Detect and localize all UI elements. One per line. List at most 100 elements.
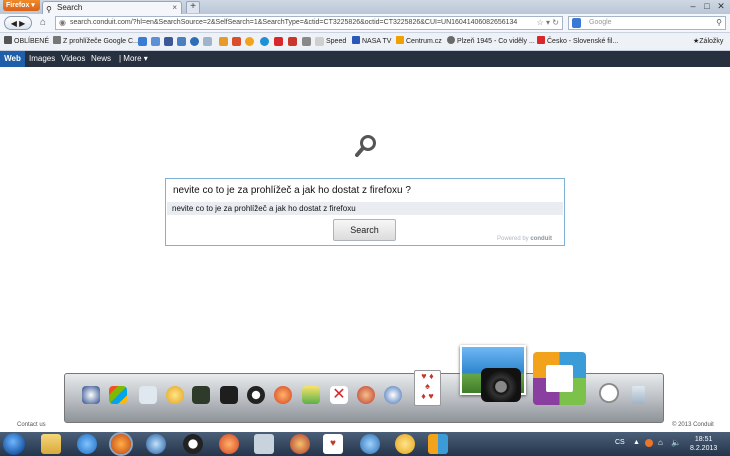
dock-app-icon[interactable] bbox=[192, 386, 210, 404]
solitaire-icon[interactable]: ♥ bbox=[323, 434, 343, 454]
dock-app-icon[interactable] bbox=[82, 386, 100, 404]
taskbar-app-icon[interactable] bbox=[290, 434, 310, 454]
gmail-icon[interactable] bbox=[288, 37, 297, 46]
nav-images[interactable]: Images bbox=[29, 51, 55, 67]
dock-app-icon[interactable] bbox=[384, 386, 402, 404]
network-icon[interactable]: ⌂ bbox=[658, 438, 663, 447]
show-hidden-icons-icon[interactable]: ▲ bbox=[633, 439, 640, 446]
bookmark-icon[interactable] bbox=[138, 37, 147, 46]
bookmark-star-icon[interactable]: ☆ ▾ ↻ bbox=[537, 17, 559, 29]
bookmark-centrum[interactable]: Centrum.cz bbox=[396, 36, 442, 47]
bookmark-icon[interactable] bbox=[190, 37, 199, 46]
taskbar-app-icon[interactable] bbox=[395, 434, 415, 454]
minimize-icon[interactable]: – bbox=[686, 0, 700, 12]
explorer-icon[interactable] bbox=[41, 434, 61, 454]
close-x-icon[interactable]: ✕ bbox=[330, 386, 348, 404]
dock-app-icon[interactable] bbox=[274, 386, 292, 404]
site-identity-icon: ◉ bbox=[59, 18, 66, 27]
firefox-menu-button[interactable]: Firefox ▾ bbox=[3, 0, 40, 11]
back-forward-buttons[interactable]: ◀ ▶ bbox=[4, 16, 32, 30]
close-window-icon[interactable]: ✕ bbox=[714, 0, 728, 12]
taskbar-app-icon[interactable] bbox=[219, 434, 239, 454]
copyright-text: © 2013 Conduit bbox=[672, 422, 714, 428]
magnifier-logo-icon bbox=[355, 135, 376, 157]
bookmark-google-chrome[interactable]: Z prohlížeče Google C... bbox=[53, 36, 139, 47]
taskbar-app-icon[interactable] bbox=[254, 434, 274, 454]
google-icon bbox=[572, 18, 581, 28]
bookmark-plzen-1945[interactable]: Plzeň 1945 - Co viděly ... bbox=[447, 36, 535, 47]
language-indicator[interactable]: CS bbox=[615, 439, 625, 446]
tab-search[interactable]: ⚲ Search × bbox=[42, 1, 182, 14]
taskbar-app-icon[interactable] bbox=[360, 434, 380, 454]
bookmark-icon[interactable] bbox=[219, 37, 228, 46]
dock-app-icon[interactable] bbox=[533, 352, 586, 405]
url-text: search.conduit.com/?hl=en&SearchSource=2… bbox=[70, 19, 518, 26]
search-suggestion[interactable]: nevite co to je za prohlížeč a jak ho do… bbox=[167, 202, 563, 215]
powered-by: Powered by conduit bbox=[497, 236, 552, 242]
bookmark-label: Česko - Slovenské fil... bbox=[547, 38, 619, 45]
recycle-bin-icon[interactable] bbox=[632, 386, 645, 404]
close-tab-icon[interactable]: × bbox=[172, 2, 177, 14]
internet-explorer-icon[interactable] bbox=[77, 434, 97, 454]
bookmark-icon[interactable] bbox=[151, 37, 160, 46]
clock-icon[interactable] bbox=[599, 383, 619, 403]
windows-icon[interactable] bbox=[109, 386, 127, 404]
browser-search-placeholder: Google bbox=[589, 19, 612, 26]
powered-brand: conduit bbox=[530, 236, 553, 242]
bookmark-icon[interactable] bbox=[232, 37, 241, 46]
bookmark-label: Speed bbox=[326, 38, 347, 45]
bookmark-nasa-tv[interactable]: NASA TV bbox=[352, 36, 391, 47]
url-bar[interactable]: ◉ search.conduit.com/?hl=en&SearchSource… bbox=[55, 16, 563, 30]
bookmarks-menu-label: Záložky bbox=[699, 38, 724, 45]
bookmark-folder-icon bbox=[4, 36, 12, 44]
firefox-menu-label: Firefox bbox=[6, 2, 30, 9]
dock-app-icon[interactable] bbox=[166, 386, 184, 404]
clock-date: 8.2.2013 bbox=[690, 445, 718, 452]
nav-news[interactable]: News bbox=[91, 51, 111, 67]
bookmarks-menu[interactable]: ★Záložky bbox=[693, 36, 723, 47]
bookmark-label: Plzeň 1945 - Co viděly ... bbox=[457, 38, 535, 45]
dock-app-icon[interactable] bbox=[302, 386, 320, 404]
start-button[interactable] bbox=[3, 433, 25, 455]
bookmark-icon[interactable] bbox=[245, 37, 254, 46]
solitaire-icon[interactable]: ♥ ♦ ♠ ♦ ♥ bbox=[414, 370, 441, 406]
search-button[interactable]: Search bbox=[333, 219, 396, 241]
firefox-icon[interactable] bbox=[111, 434, 131, 454]
browser-search-box[interactable]: Google ⚲ bbox=[568, 16, 726, 30]
dock-app-icon[interactable] bbox=[357, 386, 375, 404]
bookmark-speed[interactable]: Speed bbox=[326, 36, 346, 47]
centrum-icon bbox=[396, 36, 404, 44]
bookmark-oblibene[interactable]: OBLÍBENÉ bbox=[4, 36, 49, 47]
computer-icon[interactable] bbox=[139, 386, 157, 404]
nav-web[interactable]: Web bbox=[0, 51, 25, 67]
bookmark-icon[interactable] bbox=[177, 37, 186, 46]
camera-icon[interactable] bbox=[481, 368, 521, 402]
taskbar-app-icon[interactable] bbox=[183, 434, 203, 454]
search-input[interactable]: nevite co to je za prohlížeč a jak ho do… bbox=[173, 185, 411, 196]
facebook-icon[interactable] bbox=[164, 37, 173, 46]
youtube-icon bbox=[537, 36, 545, 44]
wikipedia-icon[interactable] bbox=[302, 37, 311, 46]
nav-more[interactable]: | More ▾ bbox=[119, 51, 148, 67]
tab-title: Search bbox=[57, 3, 83, 12]
maximize-icon[interactable]: □ bbox=[700, 0, 714, 12]
bookmark-label: OBLÍBENÉ bbox=[14, 38, 50, 45]
youtube-icon[interactable] bbox=[274, 37, 283, 46]
bookmark-icon[interactable] bbox=[203, 37, 212, 46]
new-tab-button[interactable]: + bbox=[186, 1, 200, 13]
nav-videos[interactable]: Videos bbox=[61, 51, 85, 67]
dock-app-icon[interactable] bbox=[220, 386, 238, 404]
volume-icon[interactable]: 🔈 bbox=[671, 438, 681, 447]
taskbar-app-icon[interactable] bbox=[428, 434, 448, 454]
magnifier-icon[interactable]: ⚲ bbox=[716, 17, 722, 29]
bookmark-icon[interactable] bbox=[260, 37, 269, 46]
taskbar-app-icon[interactable] bbox=[146, 434, 166, 454]
contact-link[interactable]: Contact us bbox=[17, 422, 46, 428]
bookmark-page-icon bbox=[447, 36, 455, 44]
tray-app-icon[interactable] bbox=[645, 439, 653, 447]
dock-app-icon[interactable] bbox=[247, 386, 265, 404]
home-icon[interactable]: ⌂ bbox=[37, 16, 49, 29]
bookmark-icon[interactable] bbox=[315, 37, 324, 46]
bookmark-cesko-slovenske[interactable]: Česko - Slovenské fil... bbox=[537, 36, 618, 47]
taskbar-clock[interactable]: 18:51 8.2.2013 bbox=[690, 435, 717, 453]
